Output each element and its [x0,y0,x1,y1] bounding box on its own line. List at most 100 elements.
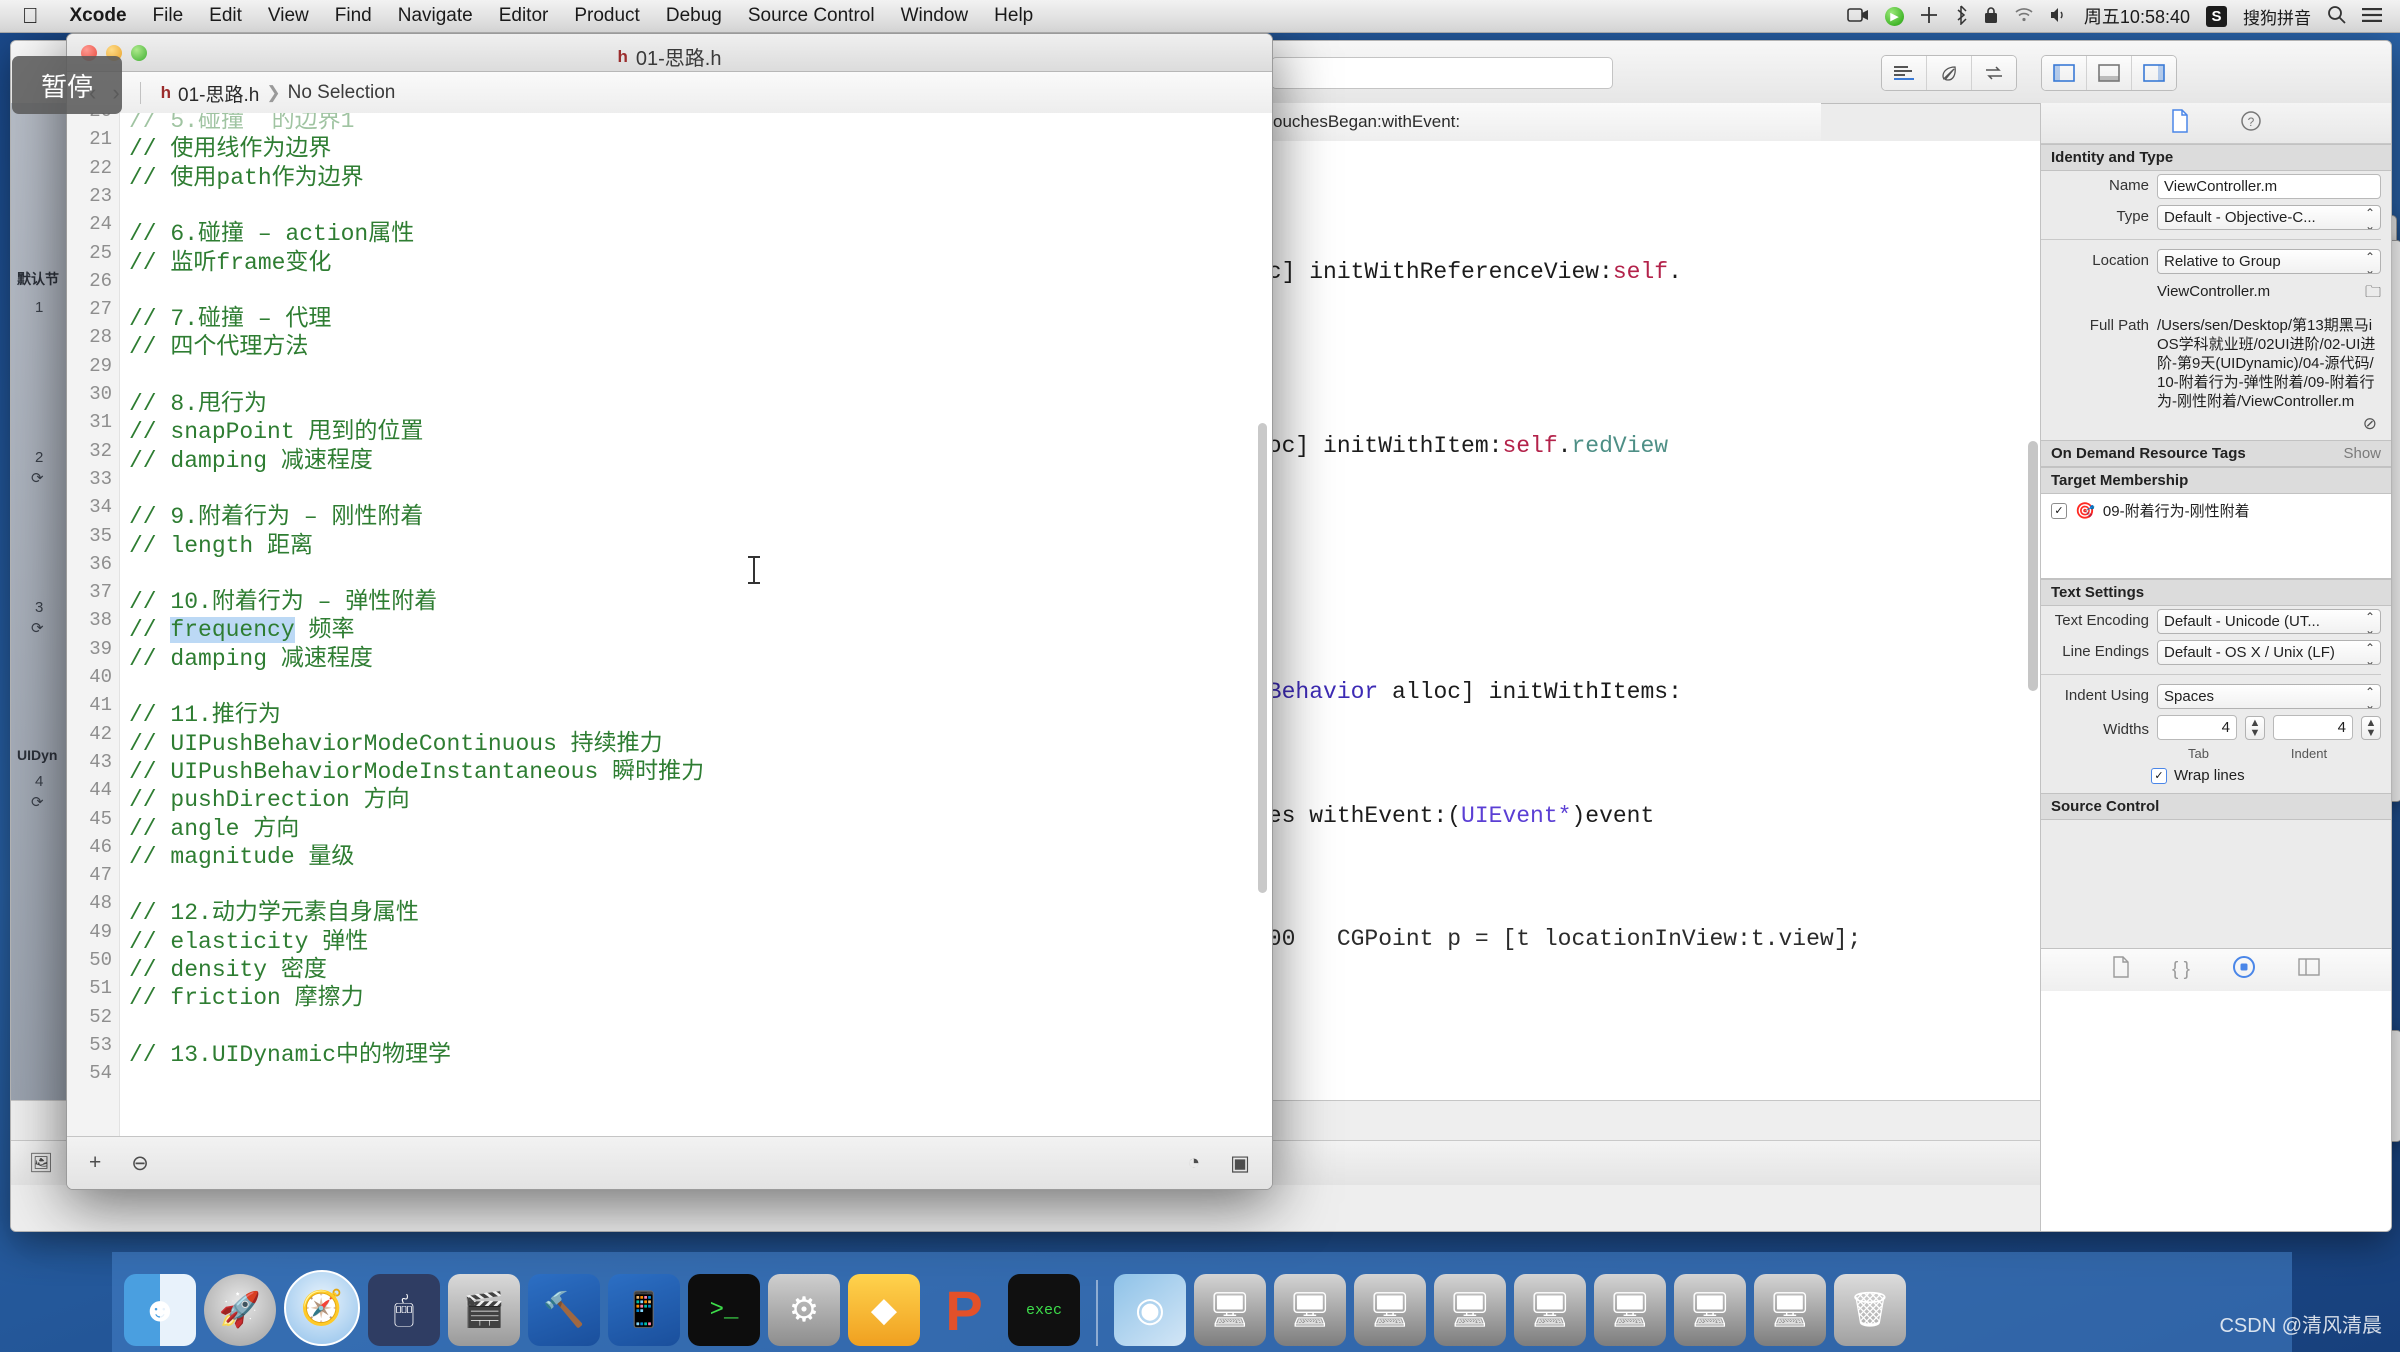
background-image-icon[interactable]: 🖼 [29,1151,53,1175]
menu-item-window[interactable]: Window [888,5,982,27]
wrap-lines-checkbox[interactable]: ✓ [2151,767,2167,784]
name-field[interactable]: ViewController.m [2157,174,2381,199]
background-code-editor[interactable]: oc] initWithReferenceView:self. loc] ini… [1241,141,2041,1101]
front-window-statusbar[interactable]: + ⊖ ◔ ▣ [67,1136,1272,1189]
text-encoding-popup[interactable]: Default - Unicode (UT... ⌃ ⌄ [2157,609,2381,634]
leaf-icon[interactable] [1927,56,1972,90]
dock-item-screen-7[interactable]: 🖥 [1674,1274,1746,1346]
dock-item-system-preferences[interactable]: ⚙ [768,1274,840,1346]
name-row[interactable]: Name ViewController.m [2041,171,2391,202]
dock-item-simulator[interactable]: 📱 [608,1274,680,1346]
utilities-toggle-icon[interactable] [2132,56,2176,90]
dock-item-sketch[interactable]: ◆ [848,1274,920,1346]
folder-icon[interactable]: 🗀 [2365,280,2381,308]
dock-item-terminal[interactable]: >_ [688,1274,760,1346]
menu-item-source-control[interactable]: Source Control [735,5,888,27]
file-inspector-icon[interactable] [2170,108,2190,138]
code-line[interactable]: // 13.UIDynamic中的物理学 [129,1034,451,1068]
add-icon[interactable]: + [89,1151,101,1175]
dock[interactable]: ☻ 🚀 🧭 🖱 🎬 🔨 📱 >_ ⚙ ◆ Pexec ◉ 🖥 🖥 🖥 🖥 🖥 🖥 🖥 🖥 🗑 [112,1252,2292,1352]
dock-item-xcode[interactable]: 🔨 [528,1274,600,1346]
menu-item-product[interactable]: Product [561,5,652,27]
navigator-toggle-icon[interactable] [2042,56,2087,90]
line-endings-popup[interactable]: Default - OS X / Unix (LF) ⌃ ⌄ [2157,640,2381,665]
dock-item-quicktime[interactable]: 🎬 [448,1274,520,1346]
panel-toggle-group[interactable] [2041,55,2177,91]
debug-area-toggle-icon[interactable] [2087,56,2132,90]
code-line[interactable]: // damping 减速程度 [129,440,373,474]
ime-label[interactable]: 搜狗拼音 [2243,4,2311,29]
history-icon[interactable]: ◔ [1187,1151,1200,1175]
reveal-in-finder-icon[interactable]: ⊘ [2363,414,2377,433]
target-circle-icon[interactable] [2232,955,2256,985]
front-window-code-area[interactable]: 20 21 22 23 24 25 26 27 28 29 30 31 32 33 34 35 36 37 38 39… [67,113,1272,1137]
inspector-tabbar[interactable]: ? [2041,103,2391,144]
menu-bar[interactable]:  Xcode File Edit View Find Navigate Edi… [0,0,2400,33]
notification-center-icon[interactable] [2362,7,2382,26]
search-icon[interactable] [2327,5,2346,27]
code-line[interactable]: // damping 减速程度 [129,638,373,672]
background-editor-scrollbar[interactable] [2028,441,2038,691]
code-line[interactable]: // friction 摩擦力 [129,977,364,1011]
code-line[interactable]: // 监听frame变化 [129,242,331,276]
ime-badge-icon[interactable]: S [2206,5,2227,27]
type-row[interactable]: Type Default - Objective-C... ⌃ ⌄ [2041,202,2391,233]
indent-using-popup[interactable]: Spaces ⌃ ⌄ [2157,684,2381,709]
dock-item-screen-4[interactable]: 🖥 [1434,1274,1506,1346]
dock-item-screen-5[interactable]: 🖥 [1514,1274,1586,1346]
menu-item-view[interactable]: View [255,5,322,27]
quick-help-icon[interactable]: ? [2240,110,2262,137]
volume-icon[interactable] [2050,7,2068,26]
text-encoding-row[interactable]: Text Encoding Default - Unicode (UT... ⌃ ⌄ [2041,606,2391,637]
screen-record-icon[interactable] [1847,7,1869,26]
inspector-find-tabbar[interactable]: { } [2041,949,2391,992]
layout-icon[interactable] [2298,958,2320,982]
code-line[interactable]: // 四个代理方法 [129,326,308,360]
type-popup[interactable]: Default - Objective-C... ⌃ ⌄ [2157,205,2381,230]
indent-width-stepper[interactable]: ▲ ▼ [2361,715,2381,740]
menu-item-find[interactable]: Find [322,5,385,27]
file-icon[interactable] [2112,956,2130,984]
location-file-row[interactable]: ViewController.m 🗀 [2041,277,2391,311]
front-window-titlebar[interactable]: h 01-思路.h [67,34,1272,72]
code-scrollbar[interactable] [1258,423,1267,893]
apple-icon[interactable]:  [22,5,39,27]
dock-item-trash[interactable]: 🗑 [1834,1274,1906,1346]
assistant-editor-icon[interactable]: ▣ [1230,1151,1250,1176]
menu-item-navigate[interactable]: Navigate [385,5,486,27]
remove-icon[interactable]: ⊖ [131,1151,149,1176]
dock-item-chrome-window[interactable]: ◉ [1114,1274,1186,1346]
dock-item-launchpad[interactable]: 🚀 [204,1274,276,1346]
dock-item-finder[interactable]: ☻ [124,1274,196,1346]
code-line[interactable]: // 使用path作为边界 [129,157,364,191]
symbol-icon[interactable]: { } [2172,959,2190,981]
line-endings-row[interactable]: Line Endings Default - OS X / Unix (LF) ⌃… [2041,637,2391,668]
dock-item-safari[interactable]: 🧭 [284,1270,360,1346]
dock-item-paw[interactable]: P [928,1274,1000,1346]
front-xcode-window[interactable]: h 01-思路.h ‹ › h 01-思路.h ❯ No Selection 2… [66,33,1273,1190]
location-popup[interactable]: Relative to Group ⌃ ⌄ [2157,249,2381,274]
indent-width-field[interactable]: 4 [2273,715,2353,740]
record-running-icon[interactable]: ▶ [1884,6,1904,26]
bluetooth-icon[interactable] [1954,4,1968,28]
location-row[interactable]: Location Relative to Group ⌃ ⌄ [2041,246,2391,277]
breadcrumb-file[interactable]: 01-思路.h [178,80,259,107]
front-window-jumpbar[interactable]: ‹ › h 01-思路.h ❯ No Selection [67,72,1272,115]
breadcrumb[interactable]: h 01-思路.h ❯ No Selection [161,80,396,107]
dock-item-screen-3[interactable]: 🖥 [1354,1274,1426,1346]
inspector-find-panel[interactable]: { } No Matches ▦ ⊜ [2041,948,2391,1231]
compare-icon[interactable] [1972,56,2016,90]
menu-item-file[interactable]: File [140,5,197,27]
utilities-inspector[interactable]: ? Identity and Type Name ViewController.… [2040,103,2391,1231]
list-view-icon[interactable] [1882,56,1927,90]
code-line[interactable]: // magnitude 量级 [129,836,354,870]
menu-item-edit[interactable]: Edit [196,5,255,27]
dock-item-screen-1[interactable]: 🖥 [1194,1274,1266,1346]
airplay-icon[interactable] [1920,6,1938,27]
tab-width-stepper[interactable]: ▲ ▼ [2245,715,2265,740]
dock-item-screen-6[interactable]: 🖥 [1594,1274,1666,1346]
dock-item-screen-2[interactable]: 🖥 [1274,1274,1346,1346]
menu-item-debug[interactable]: Debug [653,5,735,27]
menu-item-help[interactable]: Help [981,5,1046,27]
wrap-lines-row[interactable]: ✓ Wrap lines [2041,764,2391,787]
